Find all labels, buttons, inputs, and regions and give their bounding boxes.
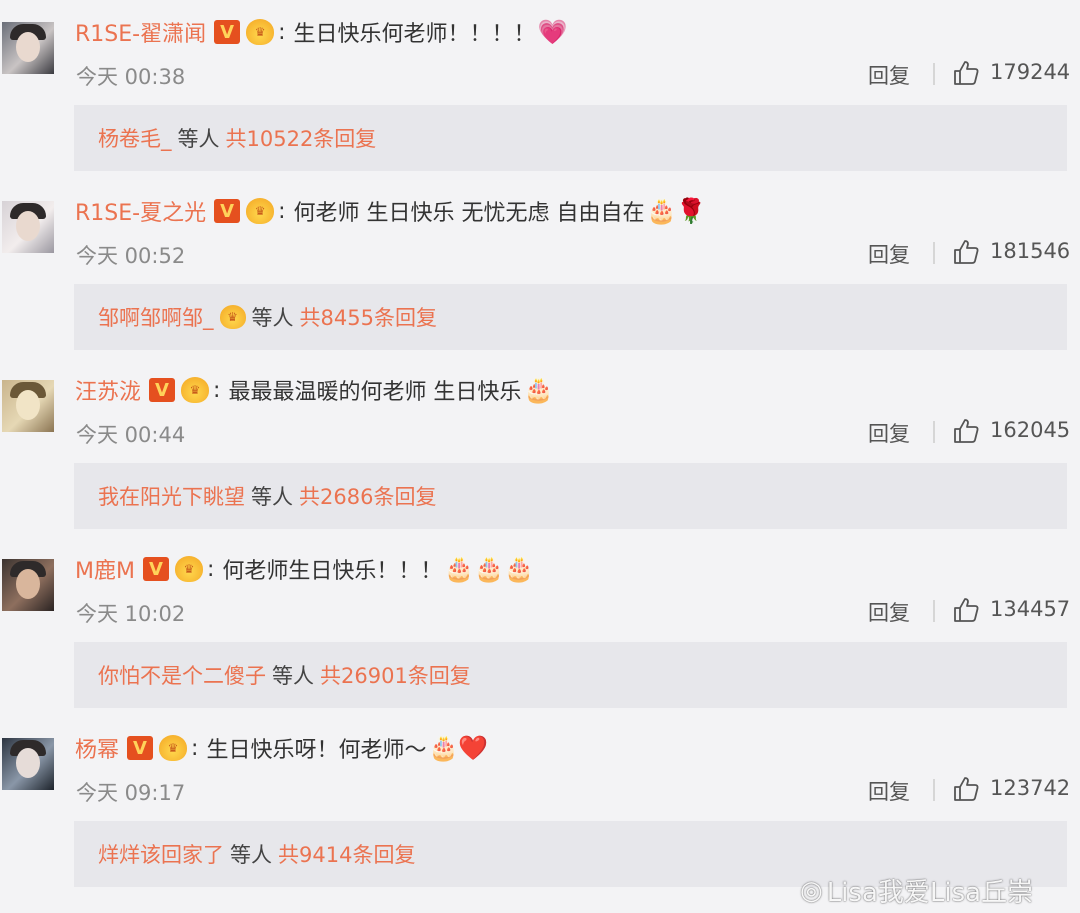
colon: : — [191, 735, 199, 761]
reply-button[interactable]: 回复 — [868, 597, 910, 627]
username-link[interactable]: 汪苏泷 — [75, 374, 141, 406]
colon: : — [213, 377, 221, 403]
reply-total-link[interactable]: 共2686条回复 — [299, 481, 436, 511]
reply-username[interactable]: 邹啊邹啊邹_ — [98, 302, 214, 332]
emoji-icon: 🎂🌹 — [646, 197, 707, 225]
fan-crown-icon: ♛ — [159, 735, 188, 761]
thumbs-up-icon[interactable] — [952, 417, 980, 445]
weibo-logo-icon: ◎ — [800, 875, 823, 906]
fan-crown-icon: ♛ — [219, 305, 246, 329]
reply-button[interactable]: 回复 — [868, 239, 910, 269]
username-link[interactable]: 杨幂 — [75, 732, 119, 764]
like-count: 162045 — [990, 418, 1071, 442]
reply-username[interactable]: 杨卷毛_ — [98, 123, 172, 153]
comment-header: 杨幂 V ♛ : 生日快乐呀！何老师～ 🎂❤️ — [75, 730, 488, 766]
comment-time: 今天 09:17 — [76, 781, 186, 805]
reply-total-link[interactable]: 共26901条回复 — [320, 660, 471, 690]
divider — [933, 779, 935, 801]
fan-crown-icon: ♛ — [246, 19, 275, 45]
replies-summary[interactable]: 你怕不是个二傻子 等人 共26901条回复 — [74, 642, 1067, 708]
comment-text: 何老师生日快乐！！！ — [222, 559, 443, 584]
comment-text: 最最最温暖的何老师 生日快乐 — [228, 380, 522, 405]
divider — [933, 600, 935, 622]
like-count: 134457 — [990, 597, 1071, 621]
divider — [933, 421, 935, 443]
username-link[interactable]: M鹿M — [75, 553, 135, 585]
verified-v-icon: V — [149, 378, 176, 402]
reply-etc-label: 等人 — [177, 127, 220, 151]
comment-time: 今天 10:02 — [76, 602, 186, 626]
username-link[interactable]: R1SE-翟潇闻 — [75, 16, 206, 48]
replies-summary[interactable]: 杨卷毛_ 等人 共10522条回复 — [74, 105, 1067, 171]
thumbs-up-icon[interactable] — [952, 775, 980, 803]
colon: : — [206, 556, 215, 582]
watermark-text: Lisa我爱Lisa丘崇 — [826, 878, 1034, 908]
avatar[interactable] — [2, 738, 54, 790]
verified-v-icon: V — [127, 736, 154, 760]
comment-text: 生日快乐呀！何老师～ — [206, 738, 427, 763]
thumbs-up-icon[interactable] — [952, 596, 980, 624]
reply-button[interactable]: 回复 — [868, 60, 910, 90]
emoji-icon: 🎂 — [523, 376, 554, 404]
reply-total-link[interactable]: 共8455条回复 — [300, 302, 437, 332]
verified-v-icon: V — [214, 20, 241, 44]
divider — [933, 242, 935, 264]
like-count: 123742 — [990, 776, 1071, 800]
replies-summary[interactable]: 邹啊邹啊邹_ ♛ 等人 共8455条回复 — [74, 284, 1067, 350]
comment-time: 今天 00:38 — [76, 65, 186, 89]
comment-header: M鹿M V ♛ : 何老师生日快乐！！！ 🎂🎂🎂 — [75, 551, 534, 587]
comment-header: R1SE-夏之光 V ♛ : 何老师 生日快乐 无忧无虑 自由自在 🎂🌹 — [75, 193, 706, 229]
comment-time: 今天 00:52 — [76, 244, 186, 268]
reply-etc-label: 等人 — [251, 306, 294, 330]
comment-item: M鹿M V ♛ : 何老师生日快乐！！！ 🎂🎂🎂 今天 10:02 回复 134… — [0, 537, 1080, 716]
comment-item: R1SE-翟潇闻 V ♛ : 生日快乐何老师！！！！ 💗 今天 00:38 回复… — [0, 0, 1080, 179]
weibo-watermark: ◎ Lisa我爱Lisa丘崇 — [800, 872, 1033, 909]
reply-button[interactable]: 回复 — [868, 418, 910, 448]
avatar[interactable] — [2, 559, 54, 611]
reply-etc-label: 等人 — [272, 664, 314, 688]
verified-v-icon: V — [214, 199, 241, 223]
emoji-icon: 💗 — [537, 18, 568, 46]
replies-summary[interactable]: 我在阳光下眺望 等人 共2686条回复 — [74, 463, 1067, 529]
colon: : — [278, 19, 286, 45]
comment-text: 何老师 生日快乐 无忧无虑 自由自在 — [293, 201, 645, 226]
avatar[interactable] — [2, 22, 54, 74]
comment-item: 杨幂 V ♛ : 生日快乐呀！何老师～ 🎂❤️ 今天 09:17 回复 1237… — [0, 716, 1080, 895]
comment-item: R1SE-夏之光 V ♛ : 何老师 生日快乐 无忧无虑 自由自在 🎂🌹 今天 … — [0, 179, 1080, 358]
emoji-icon: 🎂❤️ — [428, 734, 489, 762]
reply-username[interactable]: 烊烊该回家了 — [98, 839, 224, 869]
username-link[interactable]: R1SE-夏之光 — [75, 195, 206, 227]
comment-header: 汪苏泷 V ♛ : 最最最温暖的何老师 生日快乐 🎂 — [75, 372, 553, 408]
avatar[interactable] — [2, 380, 54, 432]
like-count: 181546 — [990, 239, 1071, 263]
colon: : — [278, 198, 286, 224]
thumbs-up-icon[interactable] — [952, 238, 980, 266]
comment-header: R1SE-翟潇闻 V ♛ : 生日快乐何老师！！！！ 💗 — [75, 14, 567, 50]
reply-username[interactable]: 你怕不是个二傻子 — [98, 660, 266, 690]
reply-etc-label: 等人 — [230, 843, 272, 867]
emoji-icon: 🎂🎂🎂 — [444, 555, 535, 583]
comment-item: 汪苏泷 V ♛ : 最最最温暖的何老师 生日快乐 🎂 今天 00:44 回复 1… — [0, 358, 1080, 537]
verified-v-icon: V — [142, 557, 169, 581]
comment-time: 今天 00:44 — [76, 423, 186, 447]
divider — [933, 63, 935, 85]
thumbs-up-icon[interactable] — [952, 59, 980, 87]
reply-button[interactable]: 回复 — [868, 776, 910, 806]
fan-crown-icon: ♛ — [246, 198, 275, 224]
reply-total-link[interactable]: 共10522条回复 — [226, 123, 377, 153]
reply-username[interactable]: 我在阳光下眺望 — [98, 481, 245, 511]
reply-etc-label: 等人 — [251, 485, 293, 509]
fan-crown-icon: ♛ — [174, 556, 203, 582]
comment-text: 生日快乐何老师！！！！ — [293, 22, 536, 47]
fan-crown-icon: ♛ — [181, 377, 210, 403]
like-count: 179244 — [990, 60, 1071, 84]
avatar[interactable] — [2, 201, 54, 253]
reply-total-link[interactable]: 共9414条回复 — [278, 839, 415, 869]
